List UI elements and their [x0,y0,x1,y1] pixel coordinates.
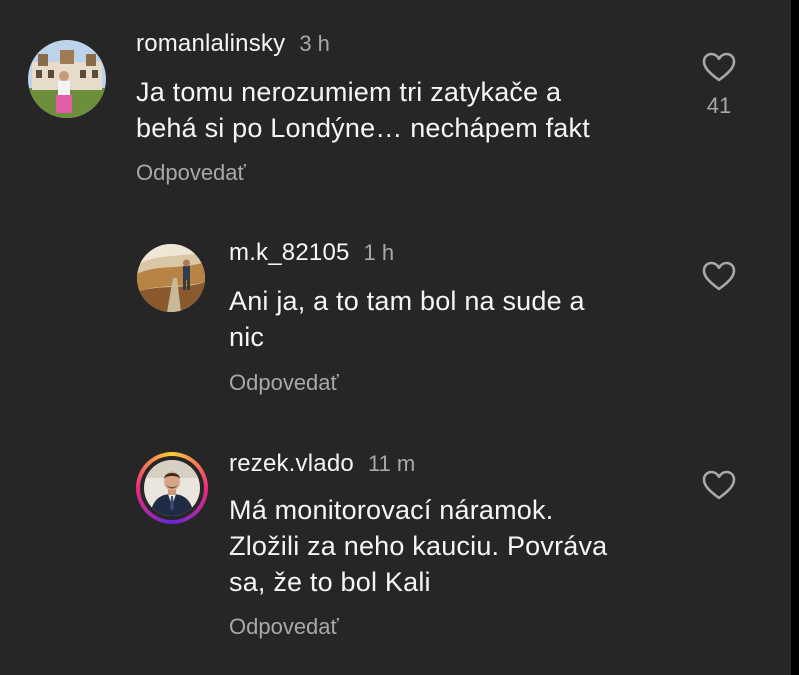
comment-text: Má monitorovací náramok. Zložili za neho… [229,492,607,600]
comment-text-line: behá si po Londýne… nechápem fakt [136,113,590,143]
heart-outline-icon [702,52,736,82]
comment-timestamp: 1 h [363,240,395,265]
comment-username[interactable]: rezek.vlado [229,450,354,478]
avatar[interactable] [144,460,200,516]
reply-button[interactable]: Odpovedať [136,160,246,186]
comment-text: Ja tomu nerozumiem tri zatykače a behá s… [136,74,590,146]
screen-edge [791,0,799,675]
like-button[interactable] [702,470,736,501]
reply-button[interactable]: Odpovedať [229,370,339,396]
heart-outline-icon [702,261,736,291]
avatar[interactable] [28,40,106,118]
comment-text-line: Ani ja, a to tam bol na sude a [229,286,585,316]
comment-username[interactable]: romanlalinsky [136,30,285,58]
like-button[interactable]: 41 [702,52,736,119]
comment-username[interactable]: m.k_82105 [229,239,350,267]
avatar[interactable] [137,244,205,312]
heart-outline-icon [702,470,736,500]
comment-text-line: sa, že to bol Kali [229,567,431,597]
comment-timestamp: 3 h [299,31,330,56]
comment-text-line: Má monitorovací náramok. [229,495,554,525]
like-button[interactable] [702,261,736,292]
comment-text: Ani ja, a to tam bol na sude a nic [229,283,585,355]
comment-text-line: nic [229,322,265,352]
comment-timestamp: 11 m [367,451,416,476]
comment-text-line: Ja tomu nerozumiem tri zatykače a [136,77,562,107]
like-count: 41 [706,93,732,118]
comment-text-line: Zložili za neho kauciu. Povráva [229,531,608,561]
reply-button[interactable]: Odpovedať [229,614,339,640]
